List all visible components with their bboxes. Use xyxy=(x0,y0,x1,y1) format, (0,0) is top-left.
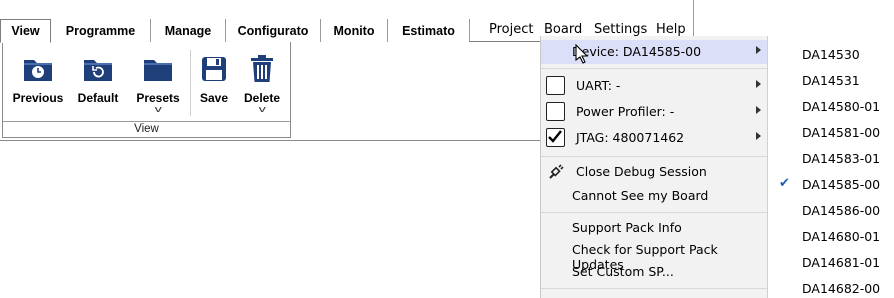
save-icon xyxy=(197,50,231,88)
device-item[interactable]: DA14583-01 xyxy=(768,146,894,172)
menu-separator xyxy=(541,68,767,69)
tab-monito[interactable]: Monito xyxy=(321,19,388,42)
window-edge xyxy=(693,0,694,40)
tab-configurato[interactable]: Configurato xyxy=(226,19,321,42)
ribbon-divider xyxy=(190,50,191,116)
chevron-down-icon: v xyxy=(154,104,162,114)
device-item[interactable]: DA14530 xyxy=(768,42,894,68)
folder-icon xyxy=(141,50,175,88)
ribbon-panel: Previous Default Presets v Save Delete v… xyxy=(2,42,291,138)
menu-item-set-custom-sp[interactable]: Set Custom SP... xyxy=(541,260,767,284)
device-name: DA14531 xyxy=(802,73,860,88)
close-debug-label: Close Debug Session xyxy=(576,164,707,179)
tab-manage[interactable]: Manage xyxy=(151,19,226,42)
save-label: Save xyxy=(199,91,229,105)
save-button[interactable]: Save xyxy=(194,42,234,105)
menu-item-close-debug[interactable]: Close Debug Session xyxy=(541,160,767,184)
checkmark-icon xyxy=(548,130,562,143)
menu-item-uart[interactable]: UART: - xyxy=(541,74,767,98)
ribbon-bottom-border xyxy=(0,140,540,141)
device-name: DA14581-00 xyxy=(802,125,881,140)
trash-icon xyxy=(245,50,279,88)
folder-clock-icon xyxy=(21,50,55,88)
device-name: DA14580-01 xyxy=(802,99,881,114)
device-name: DA14585-00 xyxy=(802,177,881,192)
cannot-see-label: Cannot See my Board xyxy=(572,188,709,203)
device-submenu: DA14530 DA14531 DA14580-01 DA14581-00 DA… xyxy=(768,36,894,298)
presets-label: Presets xyxy=(136,91,180,105)
menu-board[interactable]: Board xyxy=(544,22,582,37)
menu-item-check-updates[interactable]: Check for Support Pack Updates xyxy=(541,238,767,272)
device-item-selected[interactable]: ✔ DA14585-00 xyxy=(768,172,894,198)
tab-estimato[interactable]: Estimato xyxy=(388,19,470,42)
set-custom-label: Set Custom SP... xyxy=(572,264,674,279)
device-name: DA14583-01 xyxy=(802,151,881,166)
folder-restore-icon xyxy=(81,50,115,88)
device-item[interactable]: DA14581-00 xyxy=(768,120,894,146)
power-profiler-label: Power Profiler: - xyxy=(576,104,675,119)
submenu-arrow-icon xyxy=(756,46,761,54)
device-item[interactable]: DA14531 xyxy=(768,68,894,94)
board-dropdown-menu: Device: DA14585-00 UART: - Power Profile… xyxy=(540,36,768,298)
submenu-arrow-icon xyxy=(756,132,761,140)
previous-label: Previous xyxy=(12,91,64,105)
device-item[interactable]: DA14682-00 xyxy=(768,276,894,298)
device-item[interactable]: DA14680-01 xyxy=(768,224,894,250)
mouse-cursor-icon xyxy=(575,43,589,67)
menu-item-jtag[interactable]: JTAG: 480071462 xyxy=(541,126,767,150)
uart-label: UART: - xyxy=(576,78,621,93)
submenu-arrow-icon xyxy=(756,106,761,114)
device-name: DA14681-01 xyxy=(802,255,881,270)
device-name: DA14586-00 xyxy=(802,203,881,218)
chevron-down-icon: v xyxy=(258,104,266,114)
menu-separator xyxy=(541,212,767,213)
device-label: Device: DA14585-00 xyxy=(572,44,702,59)
default-button[interactable]: Default xyxy=(69,42,127,105)
device-name: DA14680-01 xyxy=(802,229,881,244)
menu-item-cannot-see-board[interactable]: Cannot See my Board xyxy=(541,184,767,208)
menu-separator xyxy=(541,288,767,289)
device-name: DA14682-00 xyxy=(802,281,881,296)
device-item[interactable]: DA14586-00 xyxy=(768,198,894,224)
jtag-checkbox[interactable] xyxy=(546,128,565,147)
delete-button[interactable]: Delete v xyxy=(238,42,286,114)
delete-label: Delete xyxy=(243,91,281,105)
previous-button[interactable]: Previous xyxy=(9,42,67,105)
tab-programme[interactable]: Programme xyxy=(51,19,151,42)
menu-settings[interactable]: Settings xyxy=(594,22,647,37)
unplug-icon xyxy=(548,164,564,183)
tab-view[interactable]: View xyxy=(0,19,51,43)
uart-checkbox[interactable] xyxy=(546,76,565,95)
support-pack-info-label: Support Pack Info xyxy=(572,220,682,235)
ribbon-group-label: View xyxy=(3,121,290,137)
menu-item-support-pack-info[interactable]: Support Pack Info xyxy=(541,216,767,240)
power-profiler-checkbox[interactable] xyxy=(546,102,565,121)
device-name: DA14530 xyxy=(802,47,860,62)
default-label: Default xyxy=(77,91,119,105)
device-item[interactable]: DA14681-01 xyxy=(768,250,894,276)
presets-button[interactable]: Presets v xyxy=(129,42,187,114)
menu-separator xyxy=(541,156,767,157)
menu-help[interactable]: Help xyxy=(656,22,686,37)
submenu-arrow-icon xyxy=(756,80,761,88)
checkmark-icon: ✔ xyxy=(779,176,790,191)
jtag-label: JTAG: 480071462 xyxy=(576,130,685,145)
ribbon-tab-bar: View Programme Manage Configurato Monito… xyxy=(0,19,540,43)
menu-project[interactable]: Project xyxy=(489,22,533,37)
menu-item-power-profiler[interactable]: Power Profiler: - xyxy=(541,100,767,124)
device-item[interactable]: DA14580-01 xyxy=(768,94,894,120)
